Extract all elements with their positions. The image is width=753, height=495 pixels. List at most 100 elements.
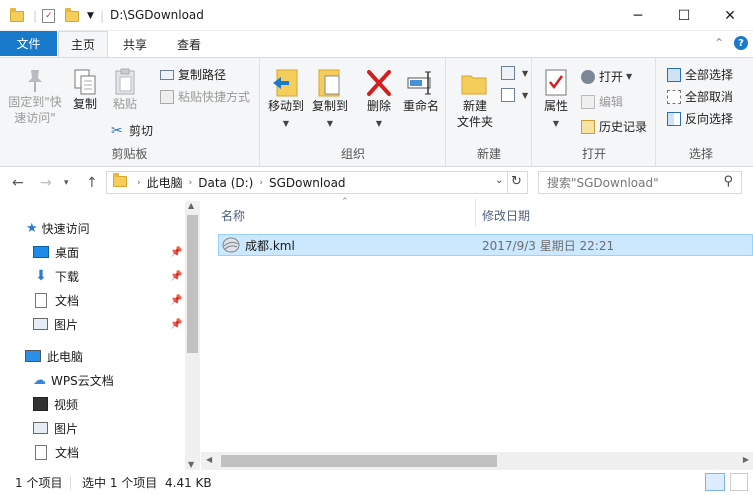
new-folder-quick-icon[interactable] <box>65 7 79 25</box>
document-icon <box>35 292 47 308</box>
move-to-button[interactable]: 移动到 ▼ <box>266 68 306 132</box>
quick-access-dropdown-icon[interactable]: ▼ <box>87 7 94 25</box>
delete-button[interactable]: 删除 ▼ <box>361 68 397 132</box>
breadcrumb-separator: › <box>188 177 193 188</box>
move-to-icon <box>273 69 298 97</box>
search-input[interactable]: 搜索"SGDownload" ⚲ <box>538 171 742 194</box>
back-icon[interactable]: ← <box>12 175 24 191</box>
history-button[interactable]: 历史记录 <box>581 118 647 135</box>
organize-group: 移动到 ▼ 复制到 ▼ 删除 ▼ 重命名 组织 <box>261 58 446 166</box>
copy-to-button[interactable]: 复制到 ▼ <box>308 68 352 132</box>
select-none-icon <box>667 89 681 104</box>
select-group: 全部选择 全部取消 反向选择 选择 <box>657 58 745 166</box>
maximize-button[interactable]: ☐ <box>661 0 707 31</box>
pin-icon[interactable]: 📌 <box>170 319 182 330</box>
minimize-button[interactable]: ─ <box>615 0 661 31</box>
folder-icon <box>10 7 24 25</box>
new-folder-button[interactable]: 新建 文件夹 <box>453 68 497 130</box>
up-icon[interactable]: ↑ <box>86 175 98 191</box>
new-item-button[interactable]: ▼ <box>501 66 528 80</box>
cut-button[interactable]: ✂ 剪切 <box>111 122 153 139</box>
address-folder-icon <box>113 172 127 190</box>
navigation-pane: ★ 快速访问 桌面 📌 ⬇ 下载 📌 文档 📌 图片 📌 此电脑 ☁ WPS云文… <box>0 199 201 470</box>
copy-path-icon <box>160 69 174 80</box>
nav-item-desktop[interactable]: 桌面 <box>33 241 79 263</box>
scroll-down-icon[interactable]: ▼ <box>188 460 194 469</box>
nav-scrollbar[interactable]: ▲ ▼ <box>185 201 200 470</box>
details-view-icon[interactable] <box>705 473 725 491</box>
invert-selection-icon <box>667 111 681 126</box>
status-bar: 1 个项目 选中 1 个项目 4.41 KB <box>0 470 753 495</box>
recent-locations-icon[interactable]: ▾ <box>64 178 69 188</box>
breadcrumb-separator: › <box>259 177 263 188</box>
file-name: 成都.kml <box>245 238 295 253</box>
rename-button[interactable]: 重命名 <box>399 68 443 114</box>
organize-group-label: 组织 <box>340 147 365 161</box>
properties-quick-icon[interactable]: ✓ <box>42 7 55 25</box>
new-folder-icon <box>461 75 487 95</box>
kml-file-icon <box>222 237 240 253</box>
pin-icon[interactable]: 📌 <box>170 271 182 282</box>
column-header-name[interactable]: 名称 <box>221 207 245 224</box>
address-dropdown-icon[interactable]: ⌄ <box>495 175 503 186</box>
collapse-ribbon-icon[interactable]: ⌃ <box>714 36 724 50</box>
help-icon[interactable]: ? <box>734 36 748 50</box>
select-none-button[interactable]: 全部取消 <box>667 88 733 105</box>
pictures-icon <box>33 318 48 330</box>
nav-item-pictures[interactable]: 图片 <box>33 313 78 335</box>
file-list: ⌃ 名称 修改日期 成都.kml 2017/9/3 星期日 22:21 <box>201 197 753 452</box>
new-group: 新建 文件夹 ▼ ▼ 新建 <box>447 58 532 166</box>
breadcrumb-data-d[interactable]: Data (D:) <box>198 176 253 190</box>
desktop-icon <box>33 246 49 258</box>
paste-shortcut-button[interactable]: 粘贴快捷方式 <box>160 88 250 105</box>
scroll-right-icon[interactable]: ▶ <box>743 455 749 464</box>
new-item-icon <box>501 66 515 80</box>
tab-view[interactable]: 查看 <box>166 31 212 57</box>
nav-item-wps[interactable]: ☁ WPS云文档 <box>33 369 114 391</box>
breadcrumb-this-pc[interactable]: 此电脑 <box>147 174 183 191</box>
nav-scrollbar-thumb[interactable] <box>187 215 198 353</box>
content-h-scrollbar[interactable]: ◀ ▶ <box>201 452 753 470</box>
breadcrumb-sgdownload[interactable]: SGDownload <box>269 176 346 190</box>
tab-file[interactable]: 文件 <box>0 31 57 56</box>
properties-button[interactable]: 属性 ▼ <box>539 68 573 132</box>
copy-button[interactable]: 复制 <box>68 68 102 112</box>
edit-button[interactable]: 编辑 <box>581 93 623 110</box>
easy-access-button[interactable]: ▼ <box>501 88 528 102</box>
scroll-left-icon[interactable]: ◀ <box>206 455 212 464</box>
copy-to-icon <box>318 69 340 97</box>
nav-item-this-pc[interactable]: 此电脑 <box>25 345 83 367</box>
column-header-modified[interactable]: 修改日期 <box>482 207 530 224</box>
select-group-label: 选择 <box>688 147 713 161</box>
easy-access-icon <box>501 88 515 102</box>
nav-item-documents[interactable]: 文档 <box>33 289 79 311</box>
pin-icon[interactable]: 📌 <box>170 247 182 258</box>
forward-icon[interactable]: → <box>40 175 52 191</box>
pin-icon[interactable]: 📌 <box>170 295 182 306</box>
separator: | <box>100 9 105 23</box>
tab-home[interactable]: 主页 <box>58 31 108 57</box>
window-title: D:\SGDownload <box>110 8 204 22</box>
content-h-scrollbar-thumb[interactable] <box>221 455 497 467</box>
nav-item-downloads[interactable]: ⬇ 下载 <box>33 265 79 287</box>
search-icon: ⚲ <box>723 174 733 189</box>
nav-item-videos[interactable]: 视频 <box>33 393 78 415</box>
paste-button[interactable]: 粘贴 <box>108 68 142 112</box>
address-bar[interactable]: › 此电脑 › Data (D:) › SGDownload ⌄ ↻ <box>106 171 528 194</box>
nav-item-quick-access[interactable]: ★ 快速访问 <box>26 217 90 239</box>
nav-item-pictures-pc[interactable]: 图片 <box>33 417 78 439</box>
large-icons-view-icon[interactable] <box>730 473 748 491</box>
scroll-up-icon[interactable]: ▲ <box>188 201 194 210</box>
pin-quick-access-button[interactable]: 固定到"快 速访问" <box>5 68 65 126</box>
copy-path-button[interactable]: 复制路径 <box>160 66 226 83</box>
nav-item-documents-pc[interactable]: 文档 <box>33 441 79 463</box>
file-row[interactable]: 成都.kml 2017/9/3 星期日 22:21 <box>218 234 753 256</box>
status-selected: 选中 1 个项目 <box>82 476 158 490</box>
select-all-button[interactable]: 全部选择 <box>667 66 733 83</box>
close-button[interactable]: ✕ <box>707 0 753 31</box>
invert-selection-button[interactable]: 反向选择 <box>667 110 733 127</box>
refresh-icon[interactable]: ↻ <box>511 174 522 189</box>
tab-share[interactable]: 共享 <box>112 31 158 57</box>
history-icon <box>581 119 595 134</box>
open-button[interactable]: 打开 ▼ <box>581 68 632 85</box>
